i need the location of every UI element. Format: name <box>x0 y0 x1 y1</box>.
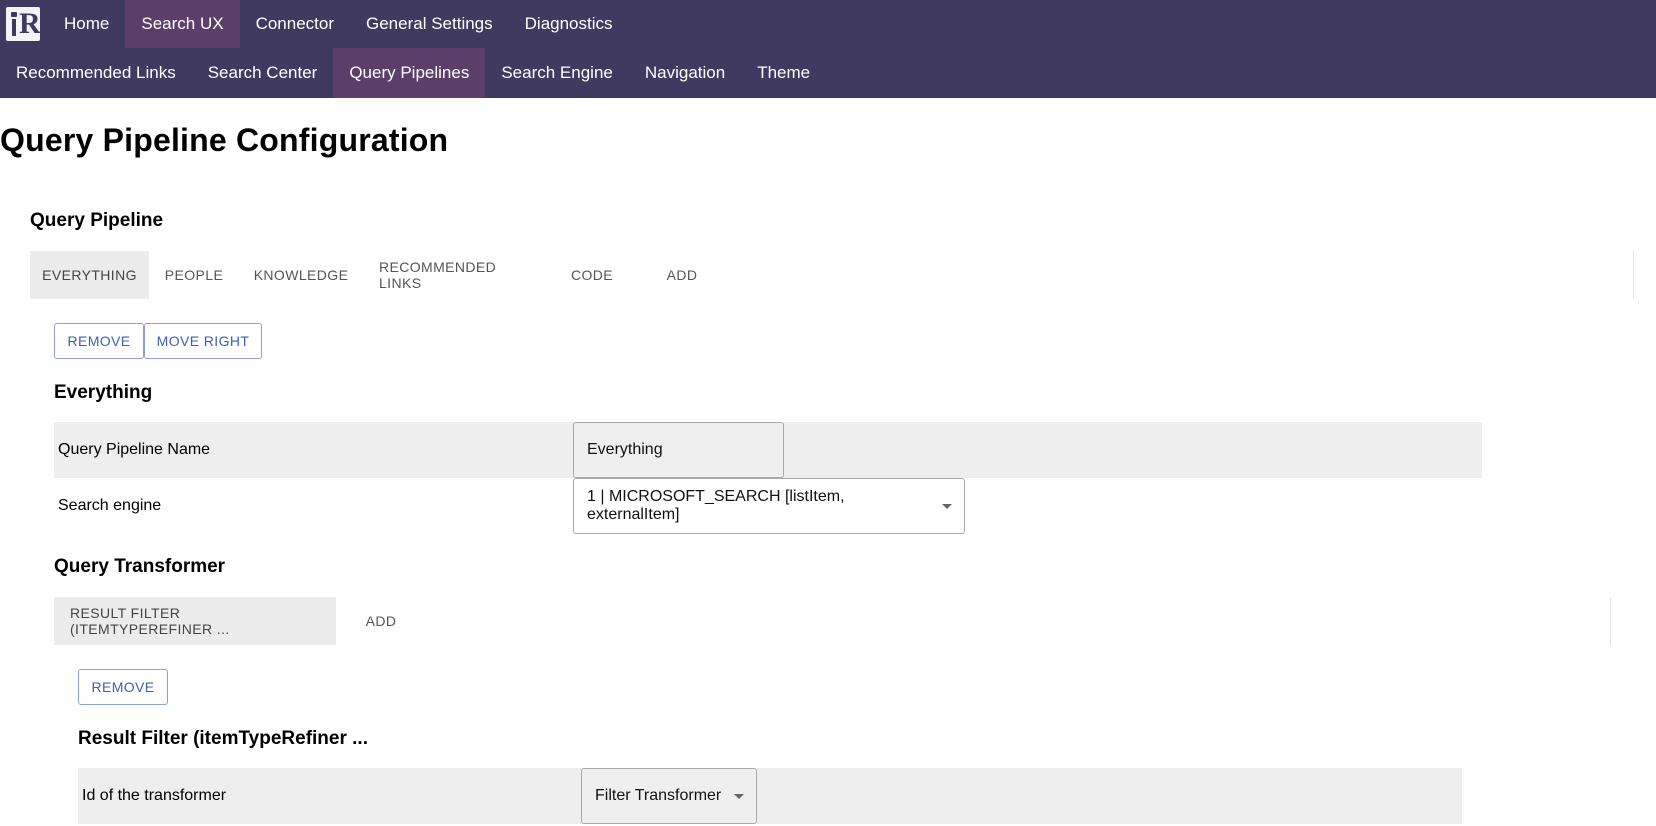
top-nav: R Home Search UX Connector General Setti… <box>0 0 1656 48</box>
sub-nav: Recommended Links Search Center Query Pi… <box>0 48 1656 98</box>
tab-result-filter[interactable]: RESULT FILTER (ITEMTYPEREFINER ... <box>54 597 336 645</box>
pipeline-detail-heading: Everything <box>54 382 153 403</box>
search-engine-select[interactable]: 1 | MICROSOFT_SEARCH [listItem, external… <box>573 478 965 534</box>
logo-dot <box>11 12 17 17</box>
subnav-recommended-links[interactable]: Recommended Links <box>0 48 192 98</box>
subnav-navigation[interactable]: Navigation <box>629 48 741 98</box>
nav-search-ux[interactable]: Search UX <box>125 0 240 48</box>
tab-knowledge[interactable]: KNOWLEDGE <box>239 251 363 299</box>
nav-diagnostics[interactable]: Diagnostics <box>509 0 629 48</box>
search-engine-label: Search engine <box>58 497 162 514</box>
subnav-search-center[interactable]: Search Center <box>192 48 334 98</box>
logo-i-stem <box>12 19 16 36</box>
transformer-id-select[interactable]: Filter Transformer <box>581 768 757 824</box>
tab-add-transformer[interactable]: ADD <box>336 597 426 645</box>
query-pipeline-heading: Query Pipeline <box>30 210 164 231</box>
nav-connector[interactable]: Connector <box>240 0 350 48</box>
tab-code[interactable]: CODE <box>547 251 637 299</box>
remove-transformer-button[interactable]: REMOVE <box>78 669 168 705</box>
move-right-button[interactable]: MOVE RIGHT <box>144 323 262 359</box>
tab-add-pipeline[interactable]: ADD <box>637 251 727 299</box>
transformer-detail-heading: Result Filter (itemTypeRefiner ... <box>78 728 368 749</box>
transformer-id-row: Id of the transformer <box>78 768 1462 824</box>
subnav-search-engine[interactable]: Search Engine <box>485 48 629 98</box>
search-engine-value: 1 | MICROSOFT_SEARCH [listItem, external… <box>587 488 845 523</box>
page-title: Query Pipeline Configuration <box>0 122 449 158</box>
subnav-theme[interactable]: Theme <box>741 48 826 98</box>
remove-pipeline-button[interactable]: REMOVE <box>54 323 144 359</box>
app-logo[interactable]: R <box>6 7 41 41</box>
transformer-tabs: RESULT FILTER (ITEMTYPEREFINER ... ADD <box>54 597 1611 645</box>
logo-r-glyph: R <box>19 7 41 40</box>
tab-recommended-links[interactable]: RECOMMENDED LINKS <box>363 251 547 299</box>
transformer-id-label: Id of the transformer <box>82 787 227 804</box>
pipeline-name-input[interactable]: Everything <box>573 422 784 478</box>
transformer-id-value: Filter Transformer <box>595 787 722 804</box>
tab-everything[interactable]: EVERYTHING <box>30 251 149 299</box>
pipeline-tabs: EVERYTHING PEOPLE KNOWLEDGE RECOMMENDED … <box>30 251 1634 299</box>
tab-people[interactable]: PEOPLE <box>149 251 239 299</box>
chevron-down-icon <box>942 504 952 509</box>
chevron-down-icon <box>734 794 744 799</box>
nav-general-settings[interactable]: General Settings <box>350 0 509 48</box>
pipeline-name-label: Query Pipeline Name <box>58 441 211 458</box>
query-transformer-heading: Query Transformer <box>54 556 226 577</box>
subnav-query-pipelines[interactable]: Query Pipelines <box>333 48 486 98</box>
nav-home[interactable]: Home <box>48 0 125 48</box>
